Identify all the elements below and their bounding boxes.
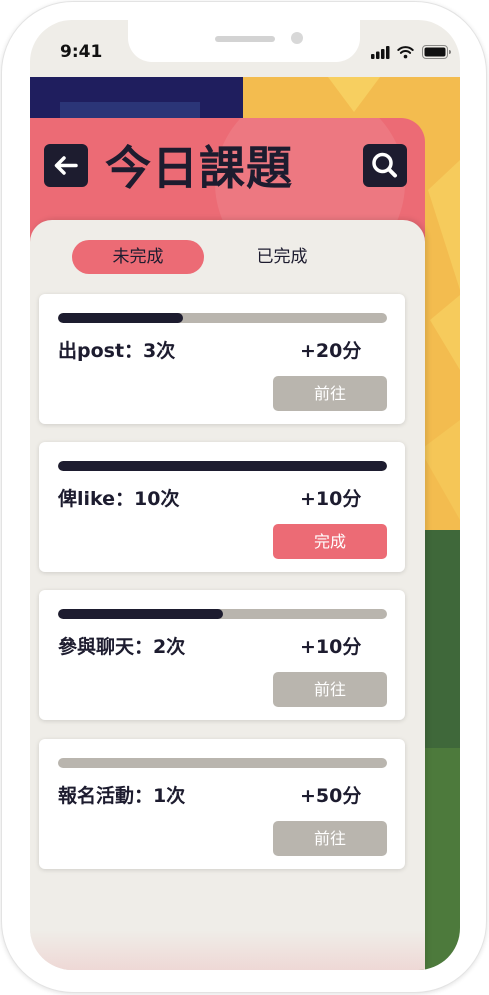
arrow-left-icon bbox=[54, 156, 78, 175]
progress-fill bbox=[58, 313, 184, 323]
progress-bar bbox=[58, 609, 387, 619]
phone-frame: 9:41 今日課題 未完成 已完成 出post：3次 +20分 前往 俾like… bbox=[1, 1, 487, 993]
task-go-button[interactable]: 前往 bbox=[273, 821, 387, 856]
task-complete-button[interactable]: 完成 bbox=[273, 524, 387, 559]
task-label: 參與聊天：2次 bbox=[58, 636, 186, 658]
camera-dot bbox=[291, 32, 303, 44]
task-go-button[interactable]: 前往 bbox=[273, 672, 387, 707]
task-label: 報名活動：1次 bbox=[58, 785, 186, 807]
tab-incomplete[interactable]: 未完成 bbox=[72, 240, 204, 274]
progress-fill bbox=[58, 609, 223, 619]
task-label: 俾like：10次 bbox=[58, 488, 180, 510]
tab-completed[interactable]: 已完成 bbox=[216, 240, 348, 274]
task-card: 參與聊天：2次 +10分 前往 bbox=[39, 590, 405, 720]
progress-bar bbox=[58, 461, 387, 471]
task-list-panel: 未完成 已完成 出post：3次 +20分 前往 俾like：10次 +10分 … bbox=[30, 220, 425, 970]
progress-fill bbox=[58, 461, 387, 471]
notch bbox=[128, 20, 360, 62]
task-points: +50分 bbox=[300, 785, 362, 807]
task-go-button[interactable]: 前往 bbox=[273, 376, 387, 411]
search-icon bbox=[372, 152, 397, 178]
task-label: 出post：3次 bbox=[58, 340, 176, 362]
progress-bar bbox=[58, 313, 387, 323]
page-title: 今日課題 bbox=[105, 141, 293, 195]
bottom-tint bbox=[30, 930, 425, 970]
task-points: +20分 bbox=[300, 340, 362, 362]
task-card: 報名活動：1次 +50分 前往 bbox=[39, 739, 405, 869]
task-points: +10分 bbox=[300, 488, 362, 510]
battery-icon bbox=[422, 45, 451, 59]
task-card: 俾like：10次 +10分 完成 bbox=[39, 442, 405, 572]
progress-bar bbox=[58, 758, 387, 768]
task-points: +10分 bbox=[300, 636, 362, 658]
wifi-icon bbox=[397, 46, 414, 59]
screen: 9:41 今日課題 未完成 已完成 出post：3次 +20分 前往 俾like… bbox=[30, 20, 460, 970]
search-button[interactable] bbox=[363, 144, 407, 187]
signal-icon bbox=[371, 46, 390, 59]
task-card: 出post：3次 +20分 前往 bbox=[39, 294, 405, 424]
back-button[interactable] bbox=[44, 144, 88, 187]
status-time: 9:41 bbox=[60, 42, 103, 62]
speaker-grille bbox=[215, 36, 275, 42]
